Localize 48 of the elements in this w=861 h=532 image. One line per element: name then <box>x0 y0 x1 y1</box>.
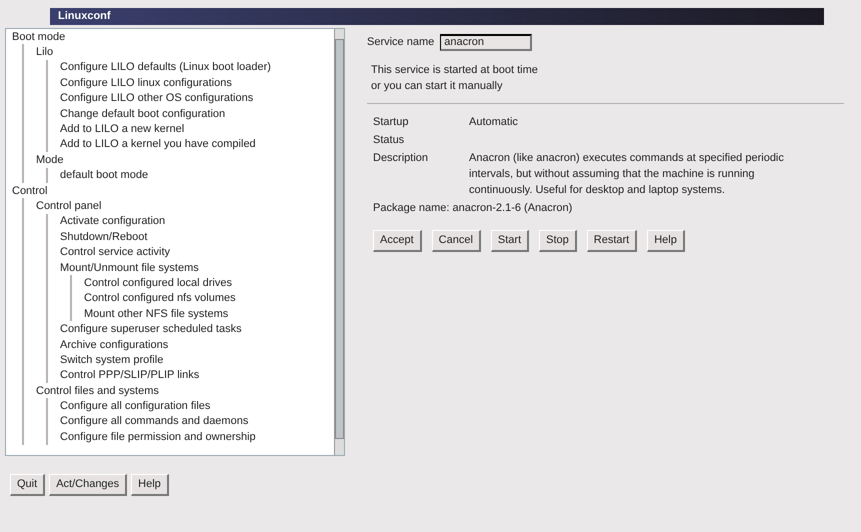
tree-item[interactable]: Change default boot configuration <box>60 106 226 121</box>
field-value: Anacron (like anacron) executes commands at specified periodic intervals, but without assuming that the machine is running continuously. Useful for desktop and laptop systems. <box>469 151 785 198</box>
tree-item[interactable]: Configure LILO defaults (Linux boot loader) <box>60 60 271 74</box>
form-button[interactable]: Start <box>490 230 530 252</box>
tree-item[interactable]: Shutdown/Reboot <box>60 230 148 244</box>
bottom-button[interactable]: Help <box>131 474 169 496</box>
field-label: Startup <box>373 115 410 130</box>
tree-item[interactable]: Mount/Unmount file systems <box>60 260 199 275</box>
tree-item[interactable]: Configure LILO other OS configurations <box>60 91 254 106</box>
tree-item[interactable]: Switch system profile <box>60 352 164 367</box>
tree-item[interactable]: Configure all configuration files <box>60 399 210 414</box>
tree-item[interactable]: Add to LILO a new kernel <box>60 122 184 136</box>
tree-item[interactable]: Lilo <box>36 45 54 60</box>
tree-item[interactable]: Control <box>12 184 48 198</box>
form-button[interactable]: Help <box>647 230 685 252</box>
tree-item[interactable]: Archive configurations <box>60 338 168 352</box>
window-title: Linuxconf <box>58 9 111 24</box>
tree-item[interactable]: Activate configuration <box>60 214 166 228</box>
tree-item[interactable]: Control files and systems <box>36 384 159 398</box>
tree-item[interactable]: Configure LILO linux configurations <box>60 76 232 90</box>
tree-item[interactable]: Configure all commands and daemons <box>60 414 248 428</box>
info-text: or you can start it manually <box>370 79 504 93</box>
tree-item[interactable]: Control configured nfs volumes <box>84 291 236 306</box>
scroll-thumb[interactable] <box>335 39 344 439</box>
form-button[interactable]: Cancel <box>432 230 481 252</box>
tree-item[interactable]: Boot mode <box>12 30 66 44</box>
info-text: This service is started at boot time <box>370 63 539 77</box>
field-label: Status <box>373 133 406 148</box>
form-button[interactable]: Stop <box>539 230 577 252</box>
tree-item[interactable]: Control service activity <box>60 245 170 260</box>
tree-item[interactable]: Configure superuser scheduled tasks <box>60 322 242 336</box>
bottom-button[interactable]: Act/Changes <box>49 474 128 496</box>
service-name-field[interactable]: anacron <box>440 34 532 51</box>
tree-item[interactable]: Control configured local drives <box>84 276 232 290</box>
tree-item[interactable]: Add to LILO a kernel you have compiled <box>60 137 256 152</box>
tree-item[interactable]: Mount other NFS file systems <box>84 306 228 321</box>
tree-item[interactable]: Control panel <box>36 198 102 213</box>
field-label: Description <box>373 151 430 166</box>
form-button[interactable]: Restart <box>586 230 638 252</box>
tree-item[interactable]: default boot mode <box>60 168 148 182</box>
field-value: Automatic <box>469 115 519 130</box>
tree-item[interactable]: Mode <box>36 152 64 167</box>
bottom-button[interactable]: Quit <box>10 474 46 496</box>
tree-item[interactable]: Configure file permission and ownership <box>60 430 256 444</box>
form-button[interactable]: Accept <box>373 230 422 252</box>
field-label: Service name <box>367 35 434 50</box>
package-text: Package name: anacron-2.1-6 (Anacron) <box>372 201 574 216</box>
tree-item[interactable]: Control PPP/SLIP/PLIP links <box>60 368 200 382</box>
